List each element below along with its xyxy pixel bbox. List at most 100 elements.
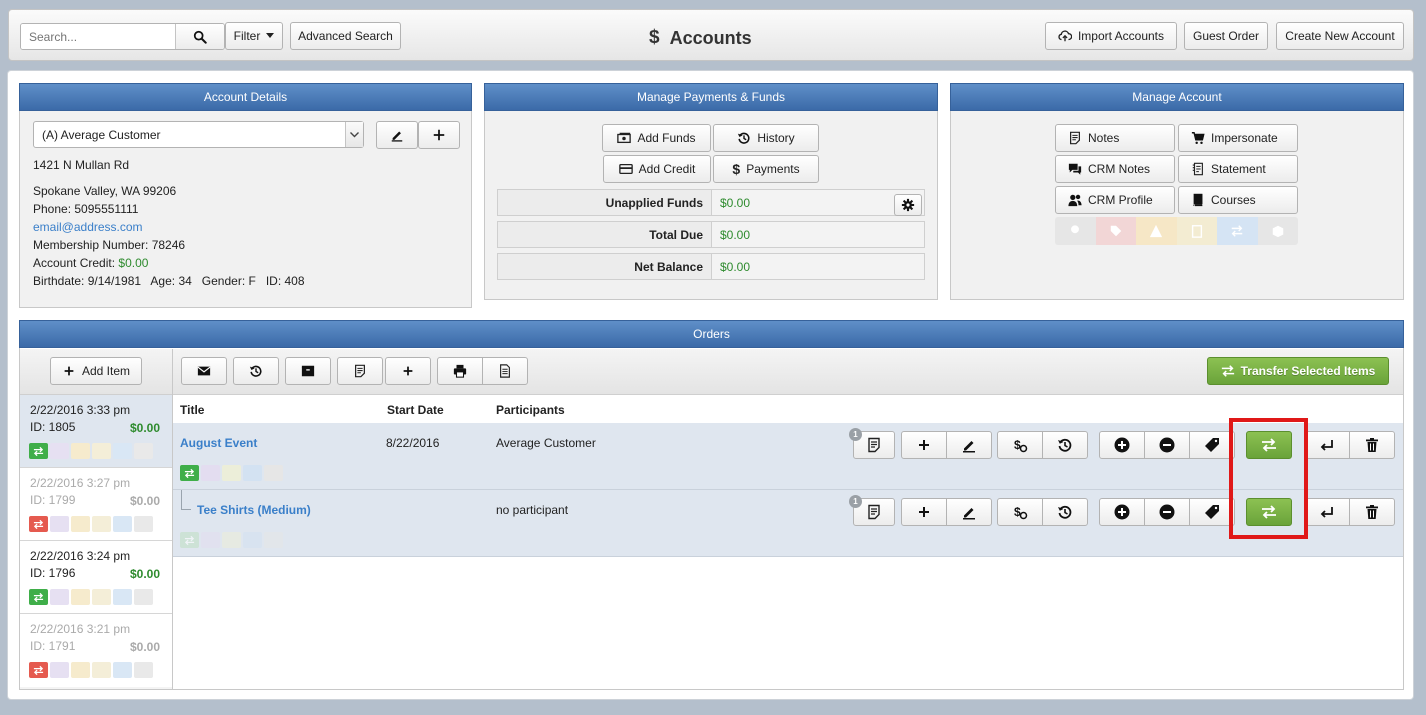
package-button[interactable] [285,357,331,385]
item-refund-button[interactable]: $ [997,431,1043,459]
search-input[interactable] [21,24,176,49]
order-card-1799[interactable]: 2/22/2016 3:27 pm ID: 1799 $0.00 [20,468,172,541]
top-toolbar: Filter Advanced Search $ Accounts Import… [8,9,1414,61]
history-label: History [757,131,795,145]
item-increase-button[interactable] [1099,498,1145,526]
item-delete-button[interactable] [1349,431,1395,459]
item-participants: Average Customer [496,436,596,450]
trash-icon [1364,504,1380,520]
item-add-button[interactable] [901,431,947,459]
address-line-2: Spokane Valley, WA 99206 [33,184,177,198]
item-return-button[interactable] [1304,431,1350,459]
crm-profile-label: CRM Profile [1088,193,1153,207]
add-funds-button[interactable]: Add Funds [602,124,711,152]
dollar-gear-icon: $ [1012,504,1028,520]
edit-account-button[interactable] [376,121,418,149]
award-icon [201,532,220,548]
print-button[interactable] [437,357,483,385]
history-icon [737,131,751,145]
funds-settings-button[interactable] [894,194,922,216]
account-details-header: Account Details [19,83,472,111]
item-notes-button[interactable]: 1 [849,428,895,459]
import-accounts-button[interactable]: Import Accounts [1045,22,1177,50]
page-title-text: Accounts [669,27,752,48]
table-row[interactable]: Tee Shirts (Medium) no participant 1 $ [173,490,1403,557]
guest-order-button[interactable]: Guest Order [1184,22,1268,50]
transfer-selected-label: Transfer Selected Items [1240,364,1376,378]
order-notes-button[interactable] [337,357,383,385]
item-decrease-button[interactable] [1144,431,1190,459]
advanced-search-button[interactable]: Advanced Search [290,22,401,50]
add-order-button[interactable] [385,357,431,385]
order-date: 2/22/2016 3:33 pm [30,403,131,417]
unapplied-funds-label: Unapplied Funds [498,190,712,215]
item-history-button[interactable] [1042,498,1088,526]
dollar-gear-icon: $ [1012,437,1028,453]
payments-button[interactable]: $ Payments [713,155,819,183]
order-amount: $0.00 [129,567,160,581]
import-accounts-label: Import Accounts [1077,29,1165,43]
clipboard-icon [1176,217,1217,245]
notes-count-badge: 1 [849,495,862,508]
receipt-button[interactable] [482,357,528,385]
statement-button[interactable]: Statement [1178,155,1298,183]
item-decrease-button[interactable] [1144,498,1190,526]
item-add-button[interactable] [901,498,947,526]
order-card-1805[interactable]: 2/22/2016 3:33 pm ID: 1805 $0.00 [20,395,172,468]
item-increase-button[interactable] [1099,431,1145,459]
item-history-button[interactable] [1042,431,1088,459]
item-title[interactable]: Tee Shirts (Medium) [197,503,311,517]
order-card-1791[interactable]: 2/22/2016 3:21 pm ID: 1791 $0.00 [20,614,172,687]
item-edit-button[interactable] [946,498,992,526]
crm-profile-button[interactable]: CRM Profile [1055,186,1175,214]
add-credit-button[interactable]: Add Credit [603,155,711,183]
order-history-button[interactable] [233,357,279,385]
search-icon [193,30,207,44]
gear-icon [901,198,915,212]
tag-icon [1204,504,1220,520]
email-order-button[interactable] [181,357,227,385]
email-link[interactable]: email@address.com [33,220,143,234]
crm-notes-button[interactable]: CRM Notes [1055,155,1175,183]
box-icon [134,516,153,532]
filter-button[interactable]: Filter [225,22,283,50]
create-new-account-button[interactable]: Create New Account [1276,22,1404,50]
tags-icon [1095,217,1136,245]
award-icon [50,662,69,678]
swap-icon [243,465,262,481]
item-start-date: 8/22/2016 [386,436,440,450]
box-icon [1257,217,1298,245]
statement-icon [1191,162,1205,176]
transfer-selected-button[interactable]: Transfer Selected Items [1207,357,1389,385]
main-container: Account Details (A) Average Customer 142… [7,70,1414,700]
swap-icon [243,532,262,548]
add-account-button[interactable] [418,121,460,149]
return-icon [1319,437,1335,453]
courses-button[interactable]: Courses [1178,186,1298,214]
order-card-1796[interactable]: 2/22/2016 3:24 pm ID: 1796 $0.00 [20,541,172,614]
clipboard-icon [92,516,111,532]
total-due-row: Total Due $0.00 [497,221,925,248]
order-date: 2/22/2016 3:27 pm [30,476,131,490]
account-credit-label: Account Credit: [33,256,116,270]
item-edit-button[interactable] [946,431,992,459]
item-delete-button[interactable] [1349,498,1395,526]
history-button[interactable]: History [713,124,819,152]
impersonate-button[interactable]: Impersonate [1178,124,1298,152]
search-button[interactable] [176,24,224,49]
chat-icon [1068,162,1082,176]
net-balance-row: Net Balance $0.00 [497,253,925,280]
notes-button[interactable]: Notes [1055,124,1175,152]
table-row[interactable]: August Event 8/22/2016 Average Customer … [173,423,1403,490]
item-notes-button[interactable]: 1 [849,495,895,526]
account-credit-value: $0.00 [118,256,149,270]
item-title[interactable]: August Event [180,436,257,450]
clipboard-icon [92,443,111,459]
warning-icon [1136,217,1177,245]
tree-connector [181,490,191,510]
item-return-button[interactable] [1304,498,1350,526]
add-item-button[interactable]: Add Item [50,357,142,385]
account-select[interactable]: (A) Average Customer [33,121,364,148]
add-funds-label: Add Funds [637,131,696,145]
item-refund-button[interactable]: $ [997,498,1043,526]
